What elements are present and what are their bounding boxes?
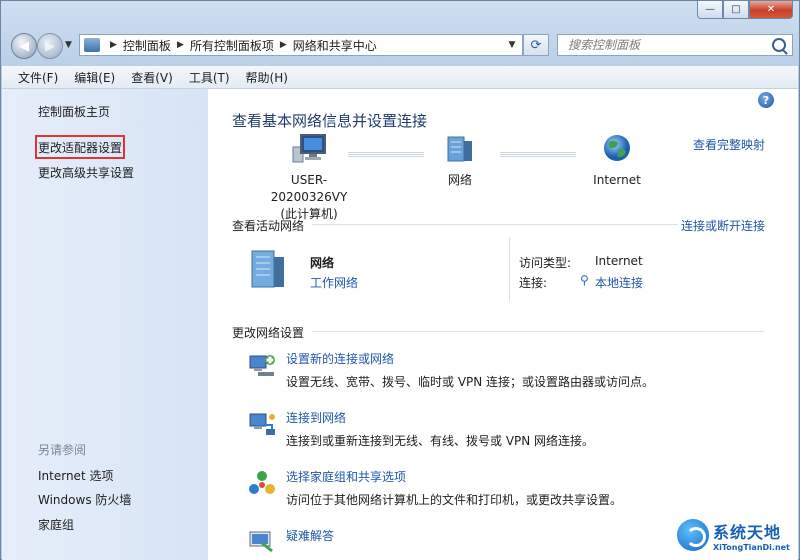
sidebar-control-panel-home[interactable]: 控制面板主页: [38, 103, 110, 120]
address-dropdown-icon[interactable]: ▼: [504, 37, 520, 53]
help-icon[interactable]: ?: [758, 92, 774, 108]
close-button[interactable]: ✕: [749, 1, 793, 19]
search-input[interactable]: [566, 37, 760, 53]
menu-file[interactable]: 文件(F): [18, 69, 58, 86]
divider: [312, 224, 678, 225]
ethernet-icon: ⚲: [580, 273, 589, 287]
map-internet: Internet: [584, 133, 650, 189]
connect-network-icon: [249, 413, 275, 435]
map-computer: USER-20200326VY (此计算机): [254, 133, 364, 223]
sidebar-windows-firewall[interactable]: Windows 防火墙: [38, 491, 131, 508]
menu-bar: 文件(F) 编辑(E) 查看(V) 工具(T) 帮助(H): [2, 66, 798, 89]
computer-icon: [292, 134, 326, 163]
divider: [312, 331, 764, 332]
caption-buttons: — □ ✕: [697, 1, 793, 19]
highlight-box: [35, 135, 125, 159]
sidebar-change-advanced-sharing[interactable]: 更改高级共享设置: [38, 164, 134, 181]
menu-tools[interactable]: 工具(T): [189, 69, 230, 86]
active-networks-heading: 查看活动网络: [232, 219, 305, 233]
breadcrumb: ▶ 控制面板 ▶ 所有控制面板项 ▶ 网络和共享中心: [104, 37, 377, 54]
chevron-right-icon[interactable]: ▶: [177, 40, 184, 50]
globe-icon: [604, 135, 630, 161]
breadcrumb-all-items[interactable]: 所有控制面板项: [190, 37, 274, 54]
recent-pages-dropdown-icon[interactable]: ▼: [65, 40, 72, 50]
breadcrumb-control-panel[interactable]: 控制面板: [123, 37, 171, 54]
local-connection-link[interactable]: 本地连接: [595, 274, 643, 291]
refresh-icon[interactable]: ⟳: [523, 34, 549, 56]
watermark-cn: 系统天地: [713, 522, 782, 542]
main-panel: ? 查看基本网络信息并设置连接 查看完整映射 USER-20200326VY (…: [208, 89, 798, 560]
connect-disconnect-link[interactable]: 连接或断开连接: [681, 217, 765, 234]
divider: [509, 237, 510, 301]
homegroup-icon: [249, 471, 275, 494]
chevron-right-icon[interactable]: ▶: [280, 40, 287, 50]
access-type-value: Internet: [595, 254, 643, 268]
minimize-button[interactable]: —: [697, 1, 723, 19]
new-connection-icon: [249, 355, 275, 376]
chevron-right-icon[interactable]: ▶: [110, 40, 117, 50]
task-title[interactable]: 设置新的连接或网络: [286, 350, 394, 367]
control-panel-icon: [84, 38, 100, 52]
network-icon: [447, 136, 472, 162]
active-network-name: 网络: [310, 256, 335, 270]
sidebar-internet-options[interactable]: Internet 选项: [38, 467, 113, 484]
work-network-icon: [251, 250, 284, 288]
computer-name: USER-20200326VY: [270, 173, 348, 204]
map-connection-line: [500, 152, 576, 157]
change-settings-heading: 更改网络设置: [232, 326, 305, 340]
watermark-text: 系统天地 XiTongTianDi.net: [713, 519, 790, 552]
task-description: 设置无线、宽带、拨号、临时或 VPN 连接；或设置路由器或访问点。: [286, 375, 655, 389]
breadcrumb-network-center[interactable]: 网络和共享中心: [293, 37, 377, 54]
map-connection-line: [348, 152, 424, 157]
view-full-map-link[interactable]: 查看完整映射: [693, 136, 765, 153]
task-title[interactable]: 选择家庭组和共享选项: [286, 468, 406, 485]
search-box[interactable]: [557, 34, 793, 56]
map-network: 网络: [430, 133, 490, 189]
menu-edit[interactable]: 编辑(E): [74, 69, 115, 86]
watermark-en: XiTongTianDi.net: [713, 542, 790, 552]
search-icon[interactable]: [772, 38, 786, 52]
menu-help[interactable]: 帮助(H): [246, 69, 288, 86]
sidebar-homegroup[interactable]: 家庭组: [38, 516, 74, 533]
task-description: 连接到或重新连接到无线、有线、拨号或 VPN 网络连接。: [286, 434, 595, 448]
map-internet-label: Internet: [593, 173, 641, 187]
troubleshoot-icon: [249, 531, 273, 553]
sidebar: 控制面板主页 更改适配器设置 更改高级共享设置 另请参阅 Internet 选项…: [2, 89, 208, 560]
task-description: 访问位于其他网络计算机上的文件和打印机，或更改共享设置。: [286, 493, 623, 507]
access-type-label: 访问类型:: [519, 256, 572, 270]
menu-view[interactable]: 查看(V): [131, 69, 173, 86]
task-title[interactable]: 连接到网络: [286, 409, 346, 426]
see-also-heading: 另请参阅: [38, 443, 87, 457]
back-button[interactable]: ◀: [11, 33, 37, 59]
task-title[interactable]: 疑难解答: [286, 527, 334, 544]
watermark: 系统天地 XiTongTianDi.net: [677, 515, 795, 555]
window: — □ ✕ ◀ ▶ ▼ ▶ 控制面板 ▶ 所有控制面板项 ▶ 网络和共享中心 ▼…: [0, 0, 800, 560]
map-network-label: 网络: [447, 173, 472, 187]
address-bar[interactable]: ▶ 控制面板 ▶ 所有控制面板项 ▶ 网络和共享中心 ▼: [79, 34, 523, 56]
navigation-bar: ◀ ▶ ▼ ▶ 控制面板 ▶ 所有控制面板项 ▶ 网络和共享中心 ▼ ⟳: [9, 31, 793, 61]
forward-button[interactable]: ▶: [37, 33, 63, 59]
page-title: 查看基本网络信息并设置连接: [232, 112, 428, 130]
maximize-button[interactable]: □: [723, 1, 749, 19]
connections-label: 连接:: [519, 276, 548, 290]
network-type-link[interactable]: 工作网络: [310, 274, 358, 291]
watermark-logo-icon: [677, 519, 709, 551]
